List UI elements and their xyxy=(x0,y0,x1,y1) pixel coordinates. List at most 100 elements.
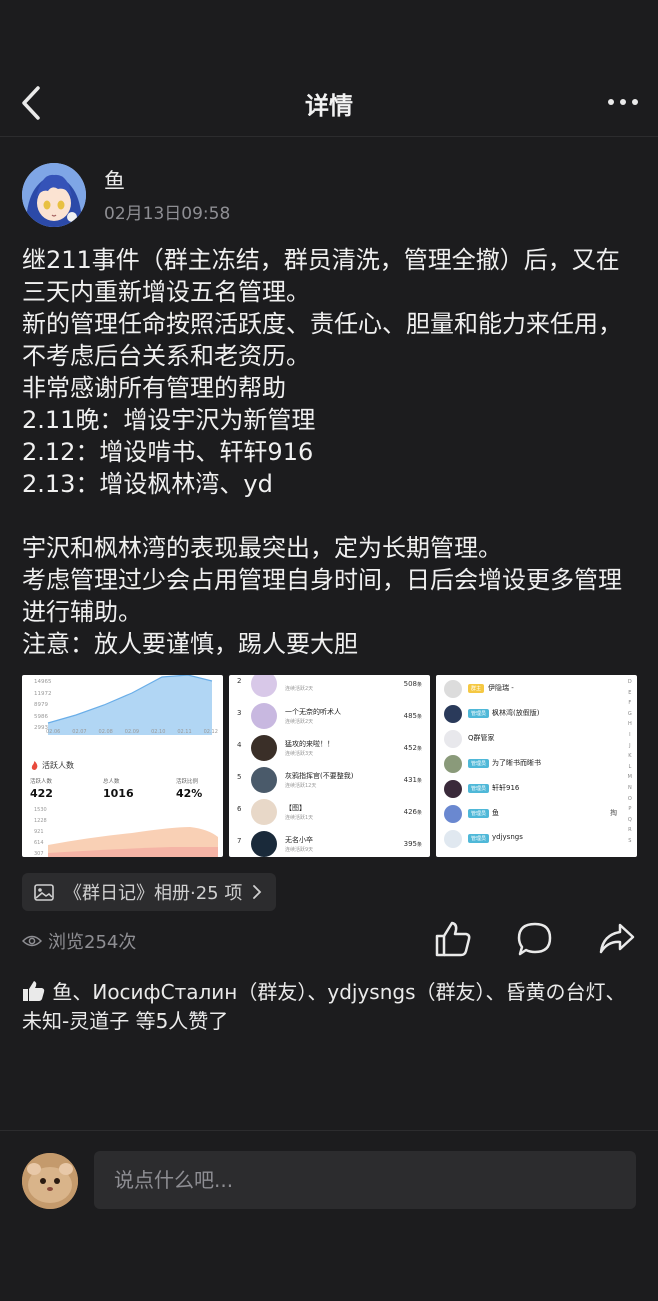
rank-number: 4 xyxy=(237,741,242,749)
ranking-row: 3 一个无奈的听术人 连续活跃2天 485条 xyxy=(229,699,430,731)
row-name: 猛攻的来啦！！ xyxy=(285,740,334,748)
x-axis-ticks: 02.06 02.07 02.08 02.09 02.10 02.11 02.1… xyxy=(46,729,218,735)
member-avatar xyxy=(444,680,462,698)
comment-bubble-icon xyxy=(517,922,552,956)
anime-avatar-icon xyxy=(22,163,86,227)
my-avatar[interactable] xyxy=(22,1153,78,1209)
row-sub: 连续活跃9天 xyxy=(285,847,314,853)
image-thumbnail-ranking[interactable]: 2 连续活跃2天 508条 3 一个无奈的听术人 连续活跃2天 485条 4 猛… xyxy=(229,675,430,857)
index-letter: O xyxy=(627,795,632,802)
member-name: 枫林湾(放假版) xyxy=(492,709,540,717)
view-count: 浏览254次 xyxy=(22,928,136,954)
index-letter: G xyxy=(627,710,632,717)
author-name[interactable]: 鱼 xyxy=(104,165,125,195)
more-options-button[interactable] xyxy=(606,88,640,116)
likes-text: 鱼、ИосифСталин（群友）、ydjysngs（群友）、昏黄の台灯、未知-… xyxy=(22,980,626,1033)
member-row: 管理员 轩轩916 xyxy=(436,777,621,802)
ranking-row: 4 猛攻的来啦！！ 连续活跃3天 452条 xyxy=(229,731,430,763)
member-avatar xyxy=(251,675,277,697)
index-letter: I xyxy=(629,731,631,738)
row-count: 395 xyxy=(403,840,417,848)
rank-number: 7 xyxy=(237,837,242,845)
member-name: ydjysngs xyxy=(492,833,523,841)
row-count: 508 xyxy=(403,680,417,688)
stat-label: 活跃人数 xyxy=(30,779,53,785)
post-paragraph: 宇沢和枫林湾的表现最突出，定为长期管理。 考虑管理过少会占用管理自身时间，日后会… xyxy=(22,534,622,658)
row-sub: 连续活跃2天 xyxy=(285,686,314,692)
index-letter: N xyxy=(627,784,632,791)
comment-bar xyxy=(0,1130,658,1301)
member-list: 群主 伊隐瑞 - 管理员 枫林湾(放假版) Q群管家 管理员 为了晰书而晰书 管… xyxy=(436,677,621,852)
post-content: 继211事件（群主冻结，群员清洗，管理全撤）后，又在三天内重新增设五名管理。 新… xyxy=(22,244,642,660)
member-row: 管理员 为了晰书而晰书 xyxy=(436,752,621,777)
image-thumbnail-members[interactable]: 群主 伊隐瑞 - 管理员 枫林湾(放假版) Q群管家 管理员 为了晰书而晰书 管… xyxy=(436,675,637,857)
member-avatar xyxy=(251,767,277,793)
ranking-row: 5 灰鸦指挥官(不要整我) 连续活跃12天 431条 xyxy=(229,763,430,795)
row-name: 一个无奈的听术人 xyxy=(285,708,341,716)
role-badge: 管理员 xyxy=(468,809,490,818)
y-tick: 14965 xyxy=(34,679,52,685)
eye-icon xyxy=(22,935,42,947)
row-count: 452 xyxy=(403,744,417,752)
row-sub: 连续活跃2天 xyxy=(285,719,314,725)
x-tick: 02.10 xyxy=(151,729,166,735)
member-name: 轩轩916 xyxy=(492,784,520,792)
member-area-chart xyxy=(22,803,223,857)
y-tick: 8979 xyxy=(34,702,48,708)
member-row: 管理员 枫林湾(放假版) xyxy=(436,702,621,727)
comment-button[interactable] xyxy=(516,920,556,960)
member-avatar xyxy=(251,703,277,729)
ranking-row: 2 连续活跃2天 508条 xyxy=(229,675,430,699)
index-letter: E xyxy=(628,689,632,696)
role-badge: 管理员 xyxy=(468,709,490,718)
row-count: 431 xyxy=(403,776,417,784)
album-link[interactable]: 《群日记》相册·25 项 xyxy=(22,873,277,911)
x-tick: 02.07 xyxy=(72,729,87,735)
y-tick: 11972 xyxy=(34,690,52,697)
member-avatar xyxy=(444,780,462,798)
share-arrow-icon xyxy=(599,923,635,954)
ranking-list: 2 连续活跃2天 508条 3 一个无奈的听术人 连续活跃2天 485条 4 猛… xyxy=(229,675,430,857)
section-title-row: 活跃人数 xyxy=(30,760,74,771)
index-letter: M xyxy=(627,774,632,781)
share-button[interactable] xyxy=(598,920,638,960)
rank-number: 2 xyxy=(237,677,242,685)
member-extra: 掏 xyxy=(610,809,617,817)
image-thumbnail-stats[interactable]: 14965 11972 8979 5986 2993 02.06 02.07 0… xyxy=(22,675,223,857)
like-button[interactable] xyxy=(434,920,474,960)
row-name: 【图】 xyxy=(285,804,306,812)
member-avatar xyxy=(444,805,462,823)
y-tick: 307 xyxy=(34,851,44,857)
y-tick: 5986 xyxy=(34,713,48,720)
likes-summary[interactable]: 鱼、ИосифСталин（群友）、ydjysngs（群友）、昏黄の台灯、未知-… xyxy=(22,978,642,1036)
role-badge: 管理员 xyxy=(468,759,490,768)
row-sub: 连续活跃3天 xyxy=(285,751,314,757)
row-sub: 连续活跃1天 xyxy=(285,815,314,821)
y-axis-ticks-2: 1530 1228 921 614 307 xyxy=(34,805,47,857)
post-time: 02月13日09:58 xyxy=(104,204,231,224)
top-bar: 详情 xyxy=(0,70,658,137)
alphabet-index: D E F G H I J K L M N O P Q R S xyxy=(628,677,632,847)
count-unit: 条 xyxy=(416,714,422,720)
rank-number: 5 xyxy=(237,773,242,781)
index-letter: D xyxy=(627,679,632,685)
stat-value: 422 xyxy=(30,787,53,800)
y-tick: 1228 xyxy=(34,818,47,824)
album-label: 《群日记》相册·25 项 xyxy=(64,883,243,904)
row-count: 485 xyxy=(403,712,417,720)
ranking-row: 7 无名小卒 连续活跃9天 395条 xyxy=(229,827,430,857)
view-count-text: 浏览254次 xyxy=(48,932,137,953)
y-tick: 921 xyxy=(34,829,44,835)
row-sub: 连续活跃12天 xyxy=(285,783,317,789)
role-badge: 群主 xyxy=(468,684,485,693)
stat-label: 总人数 xyxy=(103,779,120,785)
post-paragraph: 继211事件（群主冻结，群员清洗，管理全撤）后，又在三天内重新增设五名管理。 新… xyxy=(22,246,622,498)
row-name: 灰鸦指挥官(不要整我) xyxy=(285,772,354,780)
rank-number: 3 xyxy=(237,709,242,717)
row-name: 无名小卒 xyxy=(285,836,313,844)
role-badge: 管理员 xyxy=(468,834,490,843)
comment-input[interactable] xyxy=(94,1151,636,1209)
author-avatar[interactable] xyxy=(22,163,86,227)
member-avatar xyxy=(444,830,462,848)
count-unit: 条 xyxy=(416,778,422,784)
